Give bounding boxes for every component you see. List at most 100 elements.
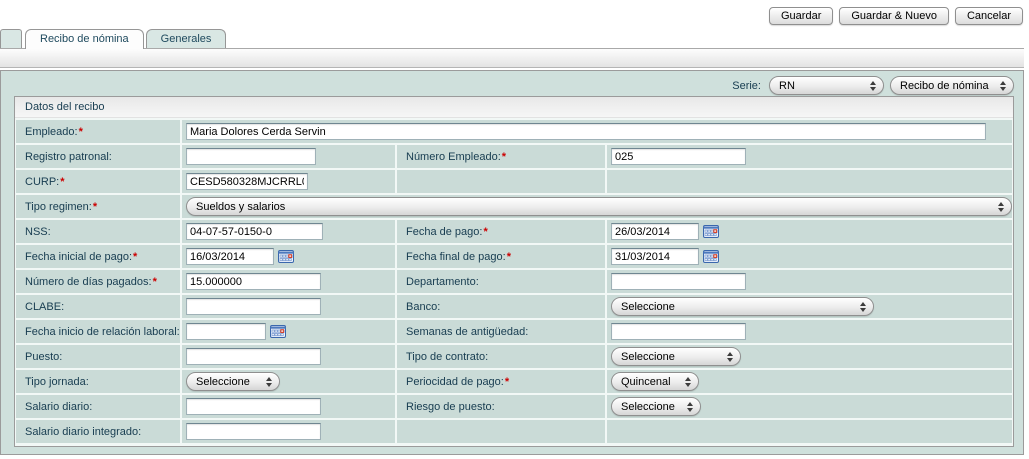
form-panel: Serie: RN Recibo de nómina Datos del rec… bbox=[0, 70, 1024, 455]
select-arrows-icon bbox=[870, 81, 876, 91]
numero-empleado-cell bbox=[607, 145, 1012, 168]
curp-input[interactable] bbox=[186, 173, 308, 190]
curp-label: CURP:* bbox=[16, 170, 180, 193]
calendar-icon[interactable] bbox=[278, 250, 294, 263]
banco-cell: Seleccione bbox=[607, 295, 1012, 318]
fecha-final-de-pago-cell bbox=[607, 245, 1012, 268]
numero-empleado-label: Número Empleado:* bbox=[397, 145, 605, 168]
field-label-text: Número de días pagados: bbox=[25, 276, 152, 288]
departamento-label: Departamento: bbox=[397, 270, 605, 293]
required-asterisk: * bbox=[483, 226, 487, 238]
fecha-inicial-de-pago-input[interactable] bbox=[186, 248, 274, 265]
fecha-inicio-relacion-laboral-input[interactable] bbox=[186, 323, 266, 340]
calendar-icon[interactable] bbox=[703, 225, 719, 238]
tipo-jornada-cell: Seleccione bbox=[182, 370, 395, 393]
registro-patronal-cell bbox=[182, 145, 395, 168]
riesgo-de-puesto-select[interactable]: Seleccione bbox=[611, 397, 701, 416]
section-header: Datos del recibo bbox=[15, 97, 1013, 118]
field-label-text: Tipo de contrato: bbox=[406, 351, 488, 363]
field-label-text: Departamento: bbox=[406, 276, 479, 288]
salario-diario-label: Salario diario: bbox=[16, 395, 180, 418]
save-and-new-button[interactable]: Guardar & Nuevo bbox=[839, 7, 949, 25]
field-label-text: NSS: bbox=[25, 226, 51, 238]
numero-de-dias-pagados-input[interactable] bbox=[186, 273, 321, 290]
calendar-icon[interactable] bbox=[703, 250, 719, 263]
field-label-text: Tipo regimen: bbox=[25, 201, 92, 213]
banco-label: Banco: bbox=[397, 295, 605, 318]
semanas-de-antiguedad-label: Semanas de antigüedad: bbox=[397, 320, 605, 343]
puesto-cell bbox=[182, 345, 395, 368]
riesgo-de-puesto-select-value: Seleccione bbox=[621, 401, 675, 413]
salario-diario-integrado-label: Salario diario integrado: bbox=[16, 420, 180, 443]
field-label-text: Puesto: bbox=[25, 351, 62, 363]
banco-select[interactable]: Seleccione bbox=[611, 297, 874, 316]
nss-cell bbox=[182, 220, 395, 243]
serie-select-value: RN bbox=[779, 80, 795, 92]
field-label-text: Fecha inicio de relación laboral: bbox=[25, 326, 180, 338]
periocidad-de-pago-select-value: Quincenal bbox=[621, 376, 671, 388]
empleado-input[interactable] bbox=[186, 123, 986, 140]
required-asterisk: * bbox=[93, 201, 97, 213]
salario-diario-integrado-input[interactable] bbox=[186, 423, 321, 440]
select-arrows-icon bbox=[860, 302, 866, 312]
payroll-receipt-window: Guardar Guardar & Nuevo Cancelar Recibo … bbox=[0, 0, 1029, 459]
numero-de-dias-pagados-cell bbox=[182, 270, 395, 293]
tipo-jornada-select[interactable]: Seleccione bbox=[186, 372, 280, 391]
tab-generales[interactable]: Generales bbox=[146, 29, 227, 48]
nss-input[interactable] bbox=[186, 223, 323, 240]
curp-cell bbox=[182, 170, 395, 193]
fecha-final-de-pago-input[interactable] bbox=[611, 248, 699, 265]
riesgo-de-puesto-label: Riesgo de puesto: bbox=[397, 395, 605, 418]
field-label-text: Riesgo de puesto: bbox=[406, 401, 495, 413]
select-arrows-icon bbox=[998, 202, 1004, 212]
salario-diario-input[interactable] bbox=[186, 398, 321, 415]
empleado-cell bbox=[182, 120, 1012, 143]
required-asterisk: * bbox=[79, 126, 83, 138]
field-label-text: Semanas de antigüedad: bbox=[406, 326, 528, 338]
field-label-text: Banco: bbox=[406, 301, 440, 313]
required-asterisk: * bbox=[502, 151, 506, 163]
document-type-select-value: Recibo de nómina bbox=[900, 80, 989, 92]
document-type-select[interactable]: Recibo de nómina bbox=[890, 76, 1014, 95]
tipo-jornada-select-value: Seleccione bbox=[196, 376, 250, 388]
field-label-text: Salario diario: bbox=[25, 401, 92, 413]
cancel-button[interactable]: Cancelar bbox=[955, 7, 1023, 25]
periocidad-de-pago-select[interactable]: Quincenal bbox=[611, 372, 699, 391]
puesto-input[interactable] bbox=[186, 348, 321, 365]
required-asterisk: * bbox=[60, 176, 64, 188]
fecha-de-pago-input[interactable] bbox=[611, 223, 699, 240]
numero-de-dias-pagados-label: Número de días pagados:* bbox=[16, 270, 180, 293]
tipo-regimen-label: Tipo regimen:* bbox=[16, 195, 180, 218]
salario-diario-integrado-cell bbox=[182, 420, 395, 443]
field-label-text: Tipo jornada: bbox=[25, 376, 89, 388]
field-label-text: Número Empleado: bbox=[406, 151, 501, 163]
semanas-de-antiguedad-input[interactable] bbox=[611, 323, 746, 340]
tipo-de-contrato-select[interactable]: Seleccione bbox=[611, 347, 741, 366]
select-arrows-icon bbox=[685, 377, 691, 387]
registro-patronal-label: Registro patronal: bbox=[16, 145, 180, 168]
salario-diario-cell bbox=[182, 395, 395, 418]
serie-select[interactable]: RN bbox=[769, 76, 884, 95]
tab-recibo-de-nomina[interactable]: Recibo de nómina bbox=[25, 29, 144, 49]
save-button[interactable]: Guardar bbox=[769, 7, 833, 25]
fecha-de-pago-label: Fecha de pago:* bbox=[397, 220, 605, 243]
calendar-icon[interactable] bbox=[270, 325, 286, 338]
departamento-input[interactable] bbox=[611, 273, 746, 290]
select-arrows-icon bbox=[727, 352, 733, 362]
fecha-inicio-relacion-laboral-cell bbox=[182, 320, 395, 343]
datos-del-recibo-section: Datos del recibo Empleado:*Registro patr… bbox=[14, 96, 1014, 447]
toolbar-strip bbox=[0, 48, 1024, 68]
tipo-regimen-select[interactable]: Sueldos y salarios bbox=[186, 197, 1012, 216]
field-label-text: Empleado: bbox=[25, 126, 78, 138]
tipo-regimen-cell: Sueldos y salarios bbox=[182, 195, 1012, 218]
fecha-inicial-de-pago-cell bbox=[182, 245, 395, 268]
clabe-input[interactable] bbox=[186, 298, 321, 315]
field-label-text: Periocidad de pago: bbox=[406, 376, 504, 388]
periocidad-de-pago-cell: Quincenal bbox=[607, 370, 1012, 393]
field-label-text: Registro patronal: bbox=[25, 151, 112, 163]
fecha-inicio-relacion-laboral-label: Fecha inicio de relación laboral: bbox=[16, 320, 180, 343]
form-rows: Empleado:*Registro patronal:Número Emple… bbox=[15, 118, 1013, 445]
numero-empleado-input[interactable] bbox=[611, 148, 746, 165]
registro-patronal-input[interactable] bbox=[186, 148, 316, 165]
clabe-cell bbox=[182, 295, 395, 318]
